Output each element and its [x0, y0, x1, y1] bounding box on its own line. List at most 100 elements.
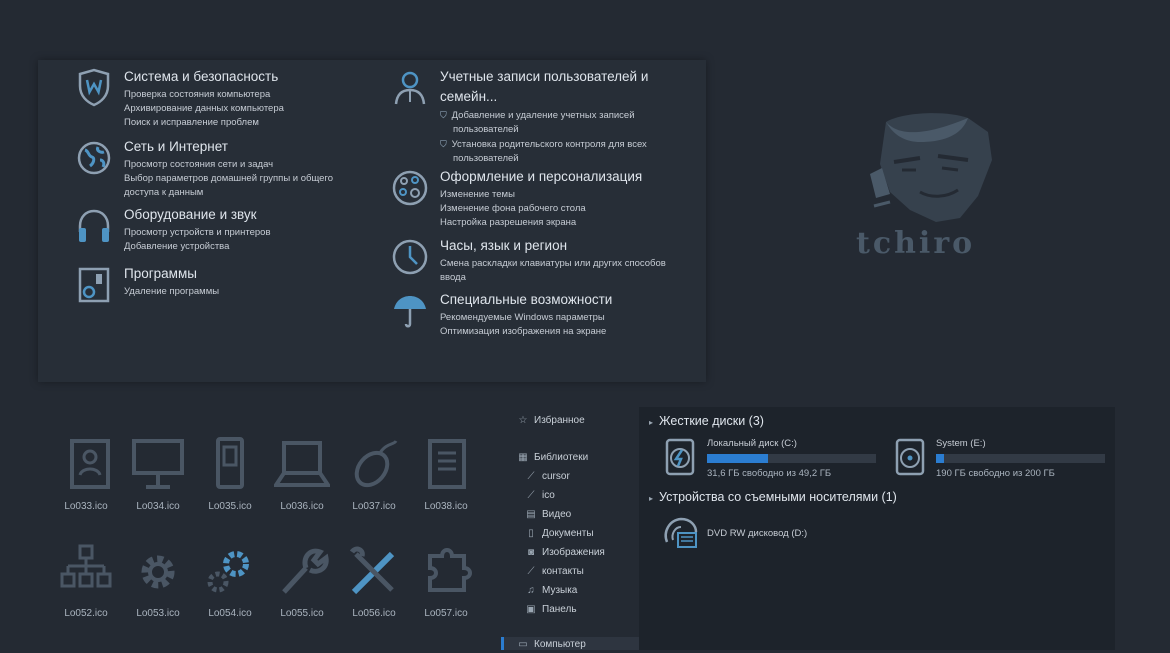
gear-icon [141, 555, 175, 589]
user-icon [394, 71, 426, 105]
removable-section-header[interactable]: ▸ Устройства со съемными носителями (1) [649, 490, 897, 504]
category-link[interactable]: Поиск и исправление проблем [124, 116, 364, 130]
nav-library-item[interactable]: ▣ Панель [525, 602, 576, 618]
category-link[interactable]: Выбор параметров домашней группы и общег… [124, 172, 384, 186]
expand-arrow-icon: ▸ [649, 418, 654, 427]
star-icon: ☆ [518, 415, 528, 426]
nav-library-item[interactable]: ▤ Видео [525, 507, 571, 523]
file-icon-item[interactable]: Lo055.ico [267, 544, 337, 634]
computer-icon: ▭ [518, 639, 528, 650]
category-title[interactable]: Программы [124, 265, 364, 283]
control-panel-window: Система и безопасность Проверка состояни… [38, 60, 706, 382]
music-icon: ♫ [527, 585, 535, 596]
file-label: Lo038.ico [424, 501, 468, 512]
file-label: Lo053.ico [136, 608, 180, 619]
document-icon [428, 439, 466, 489]
file-icon-item[interactable]: Lo036.ico [267, 437, 337, 527]
file-icon-item[interactable]: Lo035.ico [195, 437, 265, 527]
clock-icon [392, 239, 428, 275]
category-link[interactable]: Просмотр устройств и принтеров [124, 226, 364, 240]
nav-library-item[interactable]: ⟋ cursor [525, 469, 570, 485]
file-icon-item[interactable]: Lo052.ico [51, 544, 121, 634]
file-icon-item[interactable]: Lo037.ico [339, 437, 409, 527]
category-title[interactable]: Специальные возможности [440, 291, 680, 309]
brush-icon: ⟋ [527, 471, 535, 482]
category-link[interactable]: Добавление устройства [124, 240, 364, 254]
category-title[interactable]: Сеть и Интернет [124, 138, 384, 156]
file-icon-item[interactable]: Lo034.ico [123, 437, 193, 527]
laptop-icon [274, 441, 330, 487]
file-icon-item[interactable]: Lo056.ico [339, 544, 409, 634]
category-title[interactable]: Оборудование и звук [124, 206, 364, 224]
expand-arrow-icon: ▸ [649, 494, 654, 503]
category-link[interactable]: Смена раскладки клавиатуры или других сп… [440, 257, 690, 271]
category-link[interactable]: ввода [440, 271, 690, 285]
hdd-section-header[interactable]: ▸ Жесткие диски (3) [649, 414, 764, 428]
category-link[interactable]: доступа к данным [124, 186, 384, 200]
mouse-icon [354, 440, 398, 488]
category-link[interactable]: Удаление программы [124, 285, 364, 299]
palette-icon [392, 170, 428, 206]
logo-text: tchiro [856, 226, 976, 261]
library-icon: ▦ [518, 452, 528, 463]
category-link-cont[interactable]: пользователей [440, 123, 680, 137]
nav-library-item[interactable]: ♫ Музыка [525, 583, 577, 599]
globe-icon [77, 141, 111, 175]
nav-library-item[interactable]: ▯ Документы [525, 526, 593, 542]
explorer-window: ☆ Избранное ▦ Библиотеки ⟋ cursor ⟋ ico ▤ Вид… [501, 407, 1115, 650]
category-title-cont[interactable]: семейн... [440, 88, 680, 106]
shield-icon [78, 68, 110, 107]
category-title[interactable]: Часы, язык и регион [440, 237, 690, 255]
puzzle-icon [428, 548, 472, 592]
phone-icon [216, 437, 244, 489]
hard-drive-icon [895, 438, 925, 476]
category-link[interactable]: Архивирование данных компьютера [124, 102, 364, 116]
headphones-icon [78, 209, 110, 242]
file-icon-item[interactable]: Lo033.ico [51, 437, 121, 527]
category-link-cont[interactable]: пользователей [440, 152, 680, 166]
category-title[interactable]: Оформление и персонализация [440, 168, 680, 186]
panel-icon: ▣ [526, 604, 536, 615]
drive-usage-fill [707, 454, 768, 463]
category-link[interactable]: ⛉ Добавление и удаление учетных записей [440, 108, 680, 123]
category-link[interactable]: Изменение темы [440, 188, 680, 202]
navigation-pane: ☆ Избранное ▦ Библиотеки ⟋ cursor ⟋ ico ▤ Вид… [501, 407, 639, 650]
gears-icon [207, 551, 249, 593]
category-link[interactable]: ⛉ Установка родительского контроля для в… [440, 137, 680, 152]
nav-computer[interactable]: ▭ Компьютер [517, 637, 586, 653]
drive-name: System (E:) [936, 438, 986, 449]
category-link[interactable]: Настройка разрешения экрана [440, 216, 680, 230]
video-icon: ▤ [526, 509, 536, 520]
drive-free-space: 31,6 ГБ свободно из 49,2 ГБ [707, 468, 832, 479]
nav-library-item[interactable]: ◙ Изображения [525, 545, 605, 561]
nav-library-item[interactable]: ⟋ ico [525, 488, 555, 504]
category-link[interactable]: Проверка состояния компьютера [124, 88, 364, 102]
brush-icon: ⟋ [527, 490, 535, 501]
category-link[interactable]: Рекомендуемые Windows параметры [440, 311, 680, 325]
drive-usage-bar [936, 454, 1105, 463]
programs-icon [78, 267, 110, 303]
brush-icon: ⟋ [527, 566, 535, 577]
nav-library-item[interactable]: ⟋ контакты [525, 564, 584, 580]
category-title[interactable]: Учетные записи пользователей и [440, 68, 680, 86]
file-icon-item[interactable]: Lo053.ico [123, 544, 193, 634]
category-link[interactable]: Изменение фона рабочего стола [440, 202, 680, 216]
sitemap-icon [60, 544, 112, 588]
file-icon-item[interactable]: Lo054.ico [195, 544, 265, 634]
file-icon-item[interactable]: Lo038.ico [411, 437, 481, 527]
category-title[interactable]: Система и безопасность [124, 68, 364, 86]
dvd-drive-name[interactable]: DVD RW дисковод (D:) [707, 528, 807, 539]
nav-favorites[interactable]: ☆ Избранное [517, 413, 585, 429]
drive-name: Локальный диск (C:) [707, 438, 797, 449]
category-link[interactable]: Просмотр состояния сети и задач [124, 158, 384, 172]
nav-libraries[interactable]: ▦ Библиотеки [517, 450, 588, 466]
file-icon-item[interactable]: Lo057.ico [411, 544, 481, 634]
nav-selection-indicator [501, 637, 504, 650]
file-label: Lo036.ico [280, 501, 324, 512]
file-label: Lo052.ico [64, 608, 108, 619]
category-link[interactable]: Оптимизация изображения на экране [440, 325, 680, 339]
drive-free-space: 190 ГБ свободно из 200 ГБ [936, 468, 1055, 479]
hard-drive-icon [665, 438, 695, 476]
tools-icon [349, 546, 395, 595]
drive-usage-fill [936, 454, 945, 463]
